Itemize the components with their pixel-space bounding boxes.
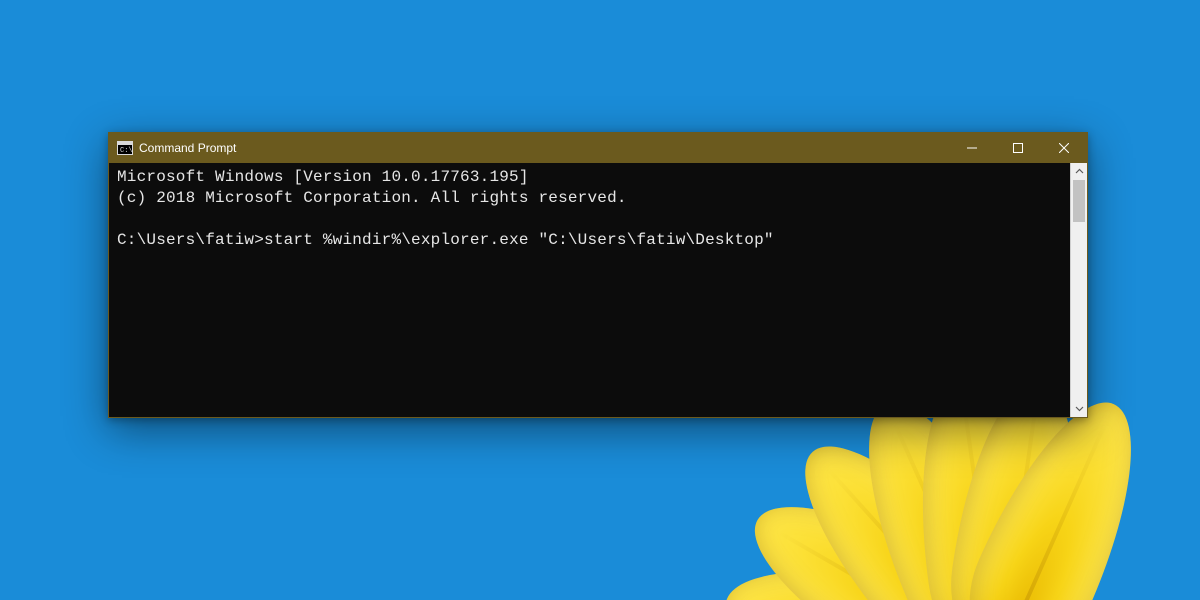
scrollbar-track[interactable] <box>1071 180 1087 400</box>
cmd-icon: C:\ <box>117 141 133 155</box>
scroll-up-button[interactable] <box>1071 163 1087 180</box>
maximize-icon <box>1013 143 1023 153</box>
console-prompt: C:\Users\fatiw> <box>117 231 264 249</box>
svg-text:C:\: C:\ <box>120 147 133 155</box>
minimize-button[interactable] <box>949 133 995 163</box>
window-client-area: Microsoft Windows [Version 10.0.17763.19… <box>109 163 1087 417</box>
vertical-scrollbar[interactable] <box>1070 163 1087 417</box>
scroll-down-button[interactable] <box>1071 400 1087 417</box>
window-title: Command Prompt <box>139 141 236 155</box>
close-button[interactable] <box>1041 133 1087 163</box>
console-line: (c) 2018 Microsoft Corporation. All righ… <box>117 189 627 207</box>
titlebar[interactable]: C:\ Command Prompt <box>109 133 1087 163</box>
scrollbar-thumb[interactable] <box>1073 180 1085 222</box>
maximize-button[interactable] <box>995 133 1041 163</box>
command-prompt-window[interactable]: C:\ Command Prompt Microsoft Windows [Ve… <box>108 132 1088 418</box>
close-icon <box>1059 143 1069 153</box>
chevron-down-icon <box>1075 404 1084 413</box>
console-line: Microsoft Windows [Version 10.0.17763.19… <box>117 168 529 186</box>
chevron-up-icon <box>1075 167 1084 176</box>
console-output[interactable]: Microsoft Windows [Version 10.0.17763.19… <box>109 163 1070 417</box>
minimize-icon <box>967 143 977 153</box>
console-command: start %windir%\explorer.exe "C:\Users\fa… <box>264 231 774 249</box>
